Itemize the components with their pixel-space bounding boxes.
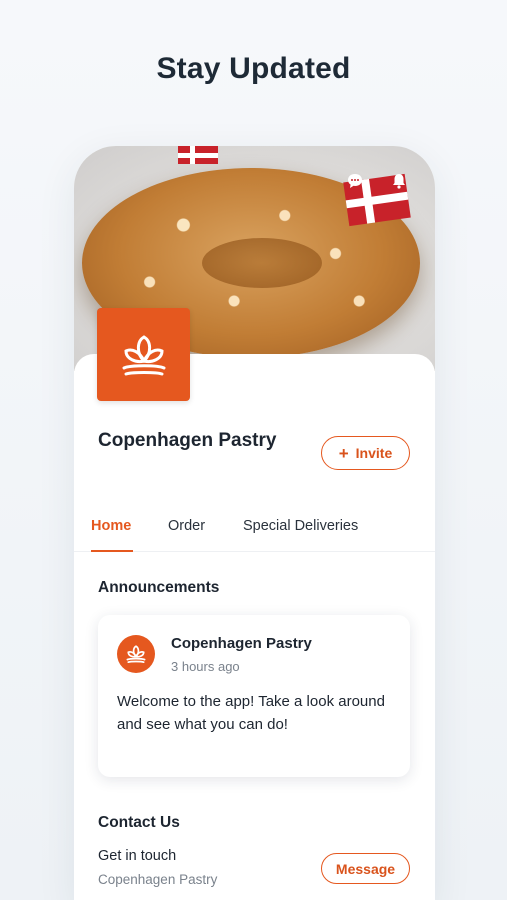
bell-icon[interactable] bbox=[390, 172, 408, 190]
active-tab-indicator bbox=[91, 550, 133, 552]
message-button[interactable]: Message bbox=[321, 853, 410, 884]
page-headline: Stay Updated bbox=[156, 52, 351, 85]
contact-heading: Get in touch bbox=[98, 848, 177, 864]
announcement-body: Welcome to the app! Take a look around a… bbox=[117, 693, 385, 733]
pastry-logo-icon bbox=[126, 645, 146, 663]
tab-home[interactable]: Home bbox=[91, 518, 131, 534]
pastry-logo-icon bbox=[122, 334, 165, 375]
announcement-author: Copenhagen Pastry bbox=[171, 635, 312, 652]
invite-label: Invite bbox=[355, 445, 393, 461]
business-name: Copenhagen Pastry bbox=[98, 430, 277, 451]
tab-bar: Home Order Special Deliveries bbox=[74, 510, 435, 552]
chat-icon[interactable] bbox=[346, 172, 364, 190]
announcement-card[interactable]: Copenhagen Pastry 3 hours ago Welcome to… bbox=[98, 615, 410, 777]
announcement-time: 3 hours ago bbox=[171, 659, 240, 674]
announcements-title: Announcements bbox=[98, 579, 220, 596]
invite-button[interactable]: + Invite bbox=[321, 436, 410, 470]
danish-flag-small bbox=[178, 146, 218, 164]
business-logo bbox=[97, 308, 190, 401]
plus-icon: + bbox=[338, 443, 349, 463]
tab-special-deliveries[interactable]: Special Deliveries bbox=[243, 518, 358, 534]
phone-screen: Copenhagen Pastry + Invite Home Order Sp… bbox=[74, 146, 435, 900]
tab-order[interactable]: Order bbox=[168, 518, 205, 534]
contact-title: Contact Us bbox=[98, 814, 180, 831]
contact-business-name: Copenhagen Pastry bbox=[98, 872, 218, 887]
avatar bbox=[117, 635, 155, 673]
